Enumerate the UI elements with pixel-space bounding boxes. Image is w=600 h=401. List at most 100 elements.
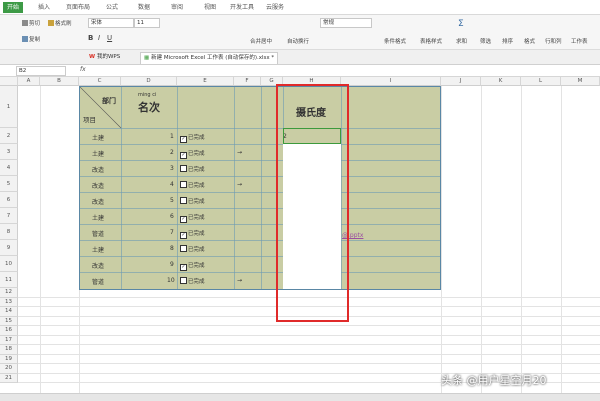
row-header[interactable]: 10: [0, 256, 18, 272]
tab-data[interactable]: 数据: [138, 2, 150, 13]
rank-cell[interactable]: 4: [170, 181, 174, 188]
rank-cell[interactable]: 9: [170, 261, 174, 268]
rank-cell[interactable]: 5: [170, 197, 174, 204]
rank-cell[interactable]: 3: [170, 165, 174, 172]
table-style-button[interactable]: 表格样式: [420, 37, 442, 45]
column-header[interactable]: M: [561, 77, 600, 86]
sum-button[interactable]: 求和: [456, 37, 467, 45]
row-header[interactable]: 14: [0, 307, 18, 317]
table-gridline: [80, 128, 440, 129]
status-checkbox[interactable]: 已完成: [180, 245, 205, 253]
dept-cell[interactable]: 改造: [92, 197, 104, 206]
font-size-select[interactable]: 11: [134, 18, 160, 28]
rank-cell[interactable]: 10: [167, 277, 175, 284]
status-checkbox[interactable]: ✓ 已完成: [180, 213, 205, 223]
worksheet-button[interactable]: 工作表: [571, 37, 588, 45]
column-header[interactable]: B: [40, 77, 79, 86]
merge-center-button[interactable]: 合并居中: [250, 37, 272, 45]
column-header[interactable]: A: [18, 77, 40, 86]
tab-developer[interactable]: 开发工具: [230, 2, 254, 13]
rank-cell[interactable]: 2: [170, 149, 174, 156]
row-header[interactable]: 3: [0, 144, 18, 160]
status-checkbox[interactable]: 已完成: [180, 181, 205, 189]
status-checkbox[interactable]: 已完成: [180, 277, 205, 285]
tab-home[interactable]: 开始: [3, 2, 24, 13]
row-header[interactable]: 7: [0, 208, 18, 224]
column-header[interactable]: E: [177, 77, 234, 86]
sort-button[interactable]: 排序: [502, 37, 513, 45]
row-header[interactable]: 1: [0, 86, 18, 128]
font-name-select[interactable]: 宋体: [88, 18, 134, 28]
rank-cell[interactable]: 8: [170, 245, 174, 252]
status-checkbox[interactable]: 已完成: [180, 165, 205, 173]
rows-cols-button[interactable]: 行和列: [545, 37, 562, 45]
status-checkbox[interactable]: ✓ 已完成: [180, 149, 205, 159]
name-box[interactable]: B2: [16, 66, 66, 76]
rank-cell[interactable]: 7: [170, 229, 174, 236]
wps-logo-icon: W: [89, 54, 97, 60]
format-button[interactable]: 格式: [524, 37, 535, 45]
row-header[interactable]: 2: [0, 128, 18, 144]
bold-icon[interactable]: B: [88, 34, 93, 42]
underline-icon[interactable]: U: [107, 34, 112, 42]
tab-page-layout[interactable]: 页面布局: [66, 2, 90, 13]
row-header[interactable]: 18: [0, 345, 18, 355]
column-header[interactable]: L: [521, 77, 561, 86]
select-all-corner[interactable]: [0, 77, 18, 86]
row-header[interactable]: 12: [0, 288, 18, 298]
filter-button[interactable]: 筛选: [480, 37, 491, 45]
column-header[interactable]: I: [341, 77, 441, 86]
status-checkbox[interactable]: ✓ 已完成: [180, 261, 205, 271]
fx-icon[interactable]: fx: [80, 66, 86, 73]
copy-button[interactable]: 复制: [22, 35, 40, 43]
row-header[interactable]: 6: [0, 192, 18, 208]
wrap-text-button[interactable]: 自动换行: [287, 37, 309, 45]
row-header[interactable]: 16: [0, 326, 18, 336]
format-painter-button[interactable]: 格式刷: [48, 19, 72, 27]
dept-cell[interactable]: 管道: [92, 277, 104, 286]
table-gridline: [177, 87, 178, 289]
tab-insert[interactable]: 插入: [38, 2, 50, 13]
tab-cloud[interactable]: 云服务: [266, 2, 284, 13]
tab-formula[interactable]: 公式: [106, 2, 118, 13]
dept-cell[interactable]: 管道: [92, 229, 104, 238]
row-header[interactable]: 13: [0, 297, 18, 307]
status-checkbox[interactable]: ✓ 已完成: [180, 133, 205, 143]
row-header[interactable]: 11: [0, 272, 18, 288]
number-format-select[interactable]: 常规: [320, 18, 372, 28]
status-checkbox[interactable]: ✓ 已完成: [180, 229, 205, 239]
dept-cell[interactable]: 土建: [92, 245, 104, 254]
column-header[interactable]: D: [121, 77, 177, 86]
column-header[interactable]: J: [441, 77, 481, 86]
conditional-format-button[interactable]: 条件格式: [384, 37, 406, 45]
tab-review[interactable]: 审阅: [171, 2, 183, 13]
column-header[interactable]: F: [234, 77, 261, 86]
tab-workbook[interactable]: ▦ 新建 Microsoft Excel 工作表 (自动保存的).xlsx *: [140, 52, 279, 64]
row-header[interactable]: 5: [0, 176, 18, 192]
row-header[interactable]: 21: [0, 373, 18, 383]
dept-cell[interactable]: 土建: [92, 133, 104, 142]
italic-icon[interactable]: I: [98, 34, 100, 42]
cut-button[interactable]: 剪切: [22, 19, 40, 27]
row-header[interactable]: 8: [0, 224, 18, 240]
dept-cell[interactable]: 改造: [92, 181, 104, 190]
rank-cell[interactable]: 1: [170, 133, 174, 140]
status-checkbox[interactable]: 已完成: [180, 197, 205, 205]
dept-cell[interactable]: 改造: [92, 165, 104, 174]
tab-my-wps[interactable]: W 我的WPS: [86, 52, 123, 63]
row-header[interactable]: 15: [0, 316, 18, 326]
row-header[interactable]: 9: [0, 240, 18, 256]
row-header[interactable]: 19: [0, 354, 18, 364]
gridline: [18, 363, 600, 364]
dept-cell[interactable]: 土建: [92, 149, 104, 158]
row-header[interactable]: 20: [0, 364, 18, 374]
arrow-icon: →: [237, 181, 243, 188]
row-header[interactable]: 17: [0, 335, 18, 345]
row-header[interactable]: 4: [0, 160, 18, 176]
dept-cell[interactable]: 改造: [92, 261, 104, 270]
column-header[interactable]: C: [79, 77, 121, 86]
dept-cell[interactable]: 土建: [92, 213, 104, 222]
tab-view[interactable]: 视图: [204, 2, 216, 13]
rank-cell[interactable]: 6: [170, 213, 174, 220]
column-header[interactable]: K: [481, 77, 521, 86]
